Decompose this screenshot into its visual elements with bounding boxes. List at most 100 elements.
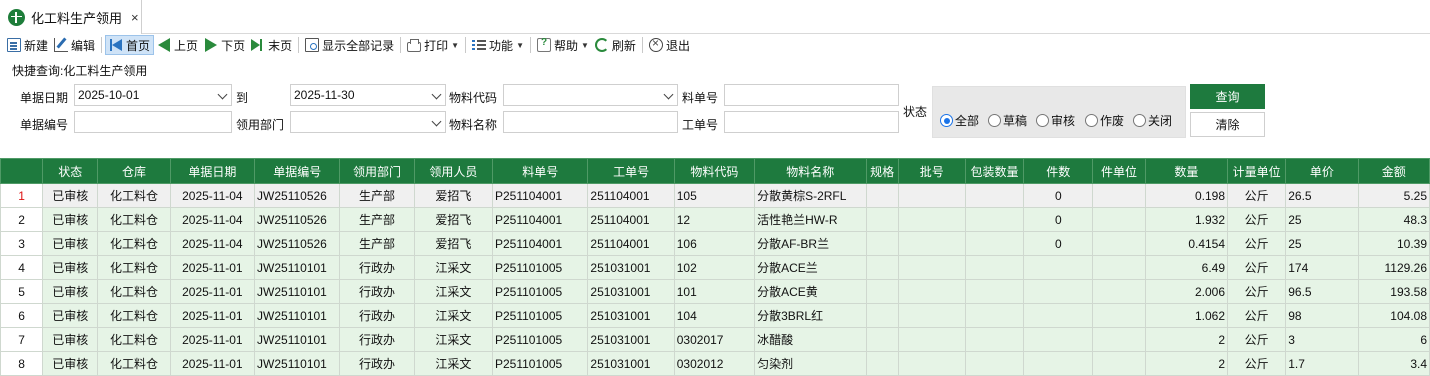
table-cell[interactable]: P251104001 bbox=[491, 183, 589, 208]
status-radio-audited[interactable]: 审核 bbox=[1036, 112, 1075, 129]
dept-select[interactable] bbox=[290, 111, 446, 133]
material-code-select[interactable] bbox=[503, 84, 678, 106]
table-cell[interactable]: 化工料仓 bbox=[97, 231, 171, 256]
table-cell[interactable] bbox=[1092, 303, 1146, 328]
table-cell[interactable] bbox=[964, 303, 1025, 328]
order-no-input[interactable] bbox=[724, 84, 899, 106]
table-cell[interactable]: 2025-11-04 bbox=[169, 183, 256, 208]
table-cell[interactable]: 2 bbox=[1144, 327, 1229, 352]
row-number-cell[interactable]: 5 bbox=[0, 279, 44, 304]
table-cell[interactable]: 生产部 bbox=[339, 183, 415, 208]
table-cell[interactable]: 0 bbox=[1023, 207, 1094, 232]
table-cell[interactable]: 106 bbox=[673, 231, 756, 256]
table-cell[interactable]: 化工料仓 bbox=[97, 351, 171, 376]
table-row[interactable]: 4 已审核 化工料仓 2025-11-01 JW25110101 行政办 江采文 P25110… bbox=[0, 255, 1430, 280]
table-cell[interactable]: 分散ACE兰 bbox=[754, 255, 867, 280]
table-cell[interactable]: 江采文 bbox=[413, 279, 494, 304]
exit-button[interactable]: 退出 bbox=[646, 35, 693, 55]
new-button[interactable]: 新建 bbox=[4, 35, 51, 55]
query-button[interactable]: 查询 bbox=[1190, 84, 1265, 109]
table-cell[interactable] bbox=[1023, 303, 1094, 328]
table-cell[interactable]: 105 bbox=[673, 183, 756, 208]
date-from-picker[interactable]: 2025-10-01 bbox=[74, 84, 232, 106]
table-cell[interactable]: 公斤 bbox=[1227, 351, 1287, 376]
column-header[interactable]: 状态 bbox=[42, 158, 99, 184]
table-cell[interactable]: 0 bbox=[1023, 183, 1094, 208]
column-header[interactable]: 物料名称 bbox=[754, 158, 867, 184]
table-cell[interactable] bbox=[865, 231, 899, 256]
table-cell[interactable] bbox=[865, 207, 899, 232]
column-header[interactable]: 金额 bbox=[1357, 158, 1430, 184]
column-header[interactable]: 单价 bbox=[1285, 158, 1359, 184]
table-cell[interactable]: 251031001 bbox=[587, 279, 675, 304]
column-header[interactable]: 包装数量 bbox=[964, 158, 1025, 184]
table-cell[interactable]: 化工料仓 bbox=[97, 303, 171, 328]
next-page-button[interactable]: 下页 bbox=[201, 35, 248, 55]
column-header[interactable]: 仓库 bbox=[97, 158, 171, 184]
row-number-cell[interactable]: 7 bbox=[0, 327, 44, 352]
table-cell[interactable] bbox=[964, 351, 1025, 376]
table-cell[interactable]: 化工料仓 bbox=[97, 327, 171, 352]
row-number-header[interactable] bbox=[0, 158, 44, 184]
table-cell[interactable] bbox=[865, 303, 899, 328]
row-number-cell[interactable]: 1 bbox=[0, 183, 44, 208]
table-cell[interactable]: 25 bbox=[1285, 231, 1359, 256]
column-header[interactable]: 领用人员 bbox=[413, 158, 494, 184]
table-cell[interactable]: 分散黄棕S-2RFL bbox=[754, 183, 867, 208]
table-cell[interactable] bbox=[897, 327, 966, 352]
clear-button[interactable]: 清除 bbox=[1190, 112, 1265, 137]
table-cell[interactable]: 行政办 bbox=[339, 303, 415, 328]
table-cell[interactable] bbox=[964, 327, 1025, 352]
doc-no-input[interactable] bbox=[74, 111, 232, 133]
close-icon[interactable]: × bbox=[131, 10, 139, 25]
table-cell[interactable] bbox=[865, 351, 899, 376]
table-cell[interactable]: 193.58 bbox=[1357, 279, 1430, 304]
table-cell[interactable]: 48.3 bbox=[1357, 207, 1430, 232]
table-cell[interactable] bbox=[865, 327, 899, 352]
table-cell[interactable]: 102 bbox=[673, 255, 756, 280]
column-header[interactable]: 工单号 bbox=[587, 158, 675, 184]
table-cell[interactable]: 251104001 bbox=[587, 183, 675, 208]
table-cell[interactable] bbox=[865, 255, 899, 280]
table-cell[interactable]: 行政办 bbox=[339, 327, 415, 352]
table-cell[interactable]: 江采文 bbox=[413, 255, 494, 280]
row-number-cell[interactable]: 8 bbox=[0, 351, 44, 376]
table-cell[interactable]: P251101005 bbox=[491, 279, 589, 304]
column-header[interactable]: 单据日期 bbox=[169, 158, 256, 184]
table-cell[interactable]: 公斤 bbox=[1227, 327, 1287, 352]
table-cell[interactable]: 已审核 bbox=[42, 351, 99, 376]
table-cell[interactable]: JW25110526 bbox=[254, 183, 341, 208]
print-button[interactable]: 打印 ▼ bbox=[404, 35, 462, 55]
table-cell[interactable]: 已审核 bbox=[42, 231, 99, 256]
table-cell[interactable]: 0302012 bbox=[673, 351, 756, 376]
table-cell[interactable] bbox=[964, 255, 1025, 280]
table-cell[interactable]: 12 bbox=[673, 207, 756, 232]
table-cell[interactable]: 行政办 bbox=[339, 255, 415, 280]
table-cell[interactable]: 化工料仓 bbox=[97, 279, 171, 304]
table-row[interactable]: 6 已审核 化工料仓 2025-11-01 JW25110101 行政办 江采文 P25110… bbox=[0, 303, 1430, 328]
column-header[interactable]: 计量单位 bbox=[1227, 158, 1287, 184]
table-cell[interactable]: 5.25 bbox=[1357, 183, 1430, 208]
table-cell[interactable]: 行政办 bbox=[339, 279, 415, 304]
table-cell[interactable]: 25 bbox=[1285, 207, 1359, 232]
row-number-cell[interactable]: 4 bbox=[0, 255, 44, 280]
table-cell[interactable]: P251104001 bbox=[491, 231, 589, 256]
table-cell[interactable]: JW25110101 bbox=[254, 303, 341, 328]
table-cell[interactable]: 2025-11-01 bbox=[169, 327, 256, 352]
row-number-cell[interactable]: 2 bbox=[0, 207, 44, 232]
table-cell[interactable]: JW25110526 bbox=[254, 207, 341, 232]
table-cell[interactable] bbox=[964, 231, 1025, 256]
table-row[interactable]: 5 已审核 化工料仓 2025-11-01 JW25110101 行政办 江采文 P25110… bbox=[0, 279, 1430, 304]
table-cell[interactable]: 3 bbox=[1285, 327, 1359, 352]
table-cell[interactable] bbox=[1092, 183, 1146, 208]
table-cell[interactable]: 化工料仓 bbox=[97, 255, 171, 280]
table-cell[interactable]: 1129.26 bbox=[1357, 255, 1430, 280]
table-cell[interactable] bbox=[1092, 351, 1146, 376]
table-cell[interactable]: 251031001 bbox=[587, 255, 675, 280]
table-cell[interactable]: 0302017 bbox=[673, 327, 756, 352]
table-cell[interactable]: 已审核 bbox=[42, 279, 99, 304]
status-radio-void[interactable]: 作废 bbox=[1085, 112, 1124, 129]
tab-chemical-usage[interactable]: 化工料生产领用 × bbox=[0, 0, 142, 34]
table-cell[interactable]: 已审核 bbox=[42, 207, 99, 232]
table-cell[interactable] bbox=[964, 183, 1025, 208]
